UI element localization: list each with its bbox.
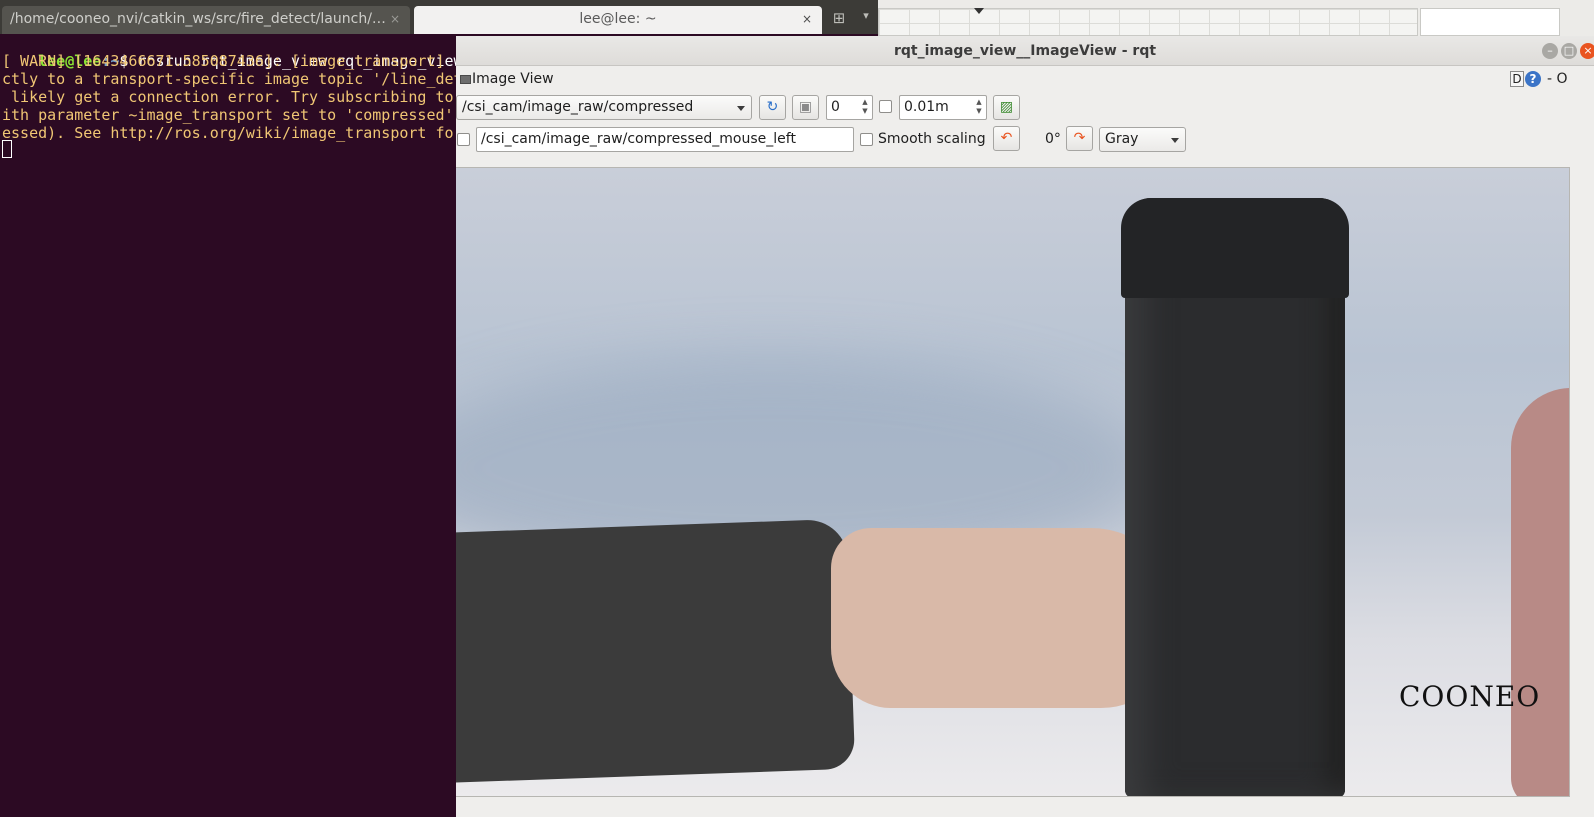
zoom-fit-button[interactable]: ▣ — [792, 95, 819, 120]
terminal-warn-line: likely get a connection error. Try subsc… — [2, 88, 454, 106]
status-bar — [456, 797, 1594, 817]
chevron-down-icon — [737, 106, 745, 111]
publish-mouse-checkbox[interactable] — [457, 133, 470, 146]
topic-select[interactable]: /csi_cam/image_raw/compressed — [456, 95, 752, 120]
close-icon[interactable]: × — [802, 6, 812, 32]
smooth-scaling-checkbox[interactable] — [860, 133, 873, 146]
image-cup-lid — [1121, 198, 1349, 298]
spin-arrows-icon[interactable]: ▲ ▼ — [974, 98, 984, 117]
refresh-button[interactable]: ↻ — [759, 95, 786, 120]
smooth-scaling-label: Smooth scaling — [878, 131, 986, 147]
rotate-right-button[interactable]: ↷ — [1066, 126, 1093, 151]
topic-select-value: /csi_cam/image_raw/compressed — [462, 99, 694, 115]
plugin-header: Image View D ? - O — [456, 67, 1594, 93]
refresh-icon: ↻ — [766, 99, 779, 115]
help-icon[interactable]: ? — [1525, 71, 1541, 87]
dynamic-range-checkbox[interactable] — [879, 100, 892, 113]
rqt-titlebar[interactable]: rqt_image_view__ImageView - rqt – □ × — [456, 36, 1594, 66]
duration-spinbox[interactable]: 0.01m ▲ ▼ — [899, 95, 987, 120]
plugin-title: Image View — [472, 71, 554, 87]
terminal-tab-fire-detect[interactable]: /home/cooneo_nvi/catkin_ws/src/fire_dete… — [2, 6, 410, 34]
image-watermark: COONEO — [1399, 680, 1541, 713]
tab-label: /home/cooneo_nvi/catkin_ws/src/fire_dete… — [10, 11, 386, 27]
save-image-button[interactable]: ▨ — [993, 95, 1020, 120]
mouse-topic-value: /csi_cam/image_raw/compressed_mouse_left — [481, 131, 796, 147]
maximize-icon[interactable]: □ — [1561, 43, 1577, 59]
plugin-window-icon — [460, 75, 471, 84]
zoom-spinbox[interactable]: 0 ▲ ▼ — [826, 95, 873, 120]
mouse-topic-input[interactable]: /csi_cam/image_raw/compressed_mouse_left — [476, 127, 854, 152]
image-arm — [456, 518, 856, 784]
image-icon: ▨ — [999, 99, 1014, 115]
rotation-label: 0° — [1045, 131, 1061, 147]
spin-arrows-icon[interactable]: ▲ ▼ — [860, 98, 870, 117]
dock-button[interactable]: D — [1510, 71, 1524, 87]
background-grid — [878, 8, 1418, 36]
terminal-warn-line: ctly to a transport-specific image topic… — [2, 70, 460, 88]
chevron-down-icon — [1171, 138, 1179, 143]
minimize-icon[interactable]: – — [1542, 43, 1558, 59]
background-marker-icon — [974, 8, 984, 14]
terminal-warn-line: ith parameter ~image_transport set to 'c… — [2, 106, 454, 124]
plugin-extra-label[interactable]: - O — [1547, 71, 1568, 87]
rqt-window: rqt_image_view__ImageView - rqt – □ × Im… — [456, 36, 1594, 817]
rotate-left-button[interactable]: ↶ — [993, 126, 1020, 151]
terminal-warn-line: essed). See http://ros.org/wiki/image_tr… — [2, 124, 460, 142]
background-panel — [1420, 8, 1560, 36]
close-icon[interactable]: × — [1580, 43, 1594, 59]
duration-value: 0.01m — [904, 99, 949, 115]
zoom-value: 0 — [831, 99, 840, 115]
camera-image[interactable]: COONEO — [456, 167, 1570, 797]
terminal-warn-line: [ WARN] [1643466671.585087436]: [image_t… — [2, 52, 454, 70]
zoom-fit-icon: ▣ — [798, 99, 813, 115]
tab-label: lee@lee: ~ — [579, 11, 657, 27]
terminal-output[interactable]: lee@lee:~$ rosrun rqt_image_view rqt_ima… — [0, 34, 460, 817]
image-fabric — [1511, 388, 1569, 796]
terminal-tab-bar: /home/cooneo_nvi/catkin_ws/src/fire_dete… — [0, 0, 878, 34]
new-tab-icon[interactable]: ⊞ — [828, 9, 850, 29]
rotate-left-icon: ↶ — [1000, 130, 1013, 146]
chevron-down-icon[interactable]: ▾ — [858, 9, 874, 29]
rotate-right-icon: ↷ — [1073, 130, 1086, 146]
color-scheme-select[interactable]: Gray — [1099, 127, 1186, 152]
terminal-cursor — [2, 140, 12, 158]
color-scheme-value: Gray — [1105, 131, 1139, 147]
terminal-tab-lee[interactable]: lee@lee: ~ × — [414, 6, 822, 34]
close-icon[interactable]: × — [390, 6, 400, 32]
window-title: rqt_image_view__ImageView - rqt — [893, 43, 1157, 59]
